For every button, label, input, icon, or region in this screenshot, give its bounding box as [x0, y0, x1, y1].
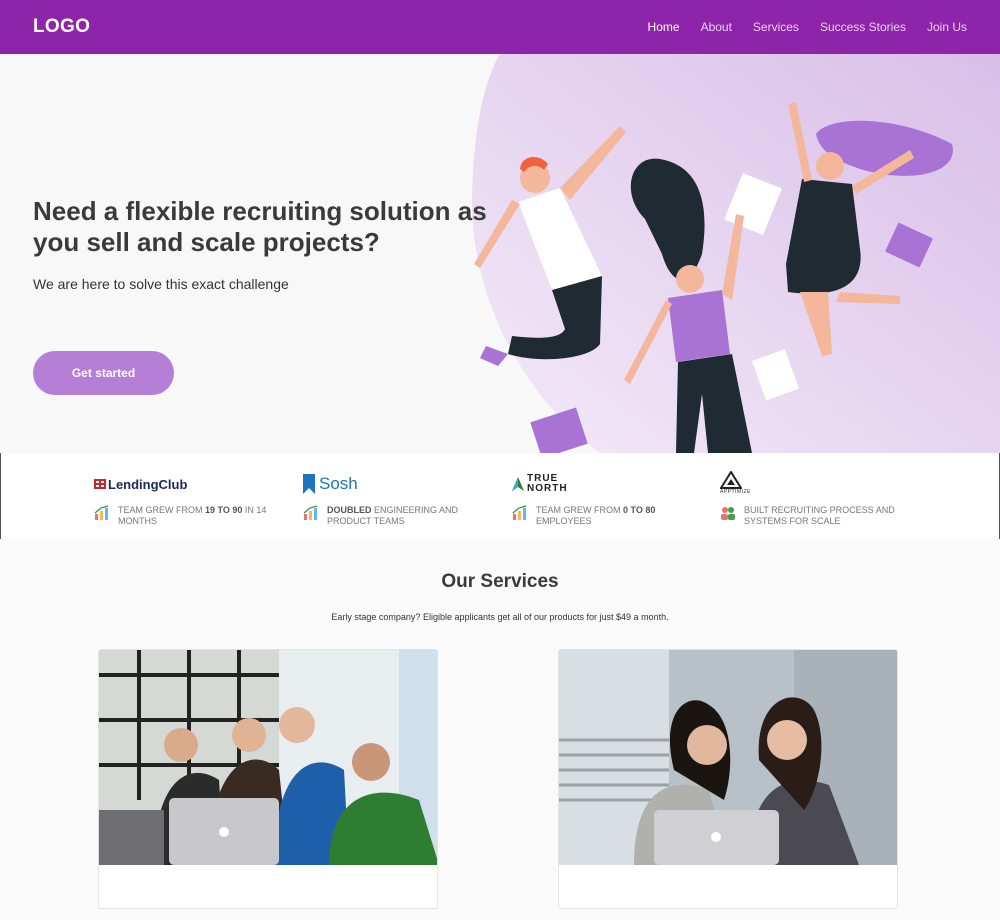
service-card[interactable] [558, 649, 898, 909]
two-women-laptop-photo [559, 650, 897, 865]
growth-chart-icon [303, 505, 318, 520]
company-name: Sosh [319, 474, 358, 493]
lendingclub-mark-icon [94, 479, 106, 489]
bookmark-icon [303, 474, 315, 494]
logo[interactable]: LOGO [33, 16, 90, 38]
nav-link-join-us[interactable]: Join Us [927, 20, 967, 34]
hero-subtitle: We are here to solve this exact challeng… [33, 276, 289, 292]
nav-link-home[interactable]: Home [648, 20, 680, 34]
team-laptop-photo [99, 650, 437, 865]
nav-link-services[interactable]: Services [753, 20, 799, 34]
stat-text: BUILT RECRUITING PROCESS AND SYSTEMS FOR… [744, 505, 895, 526]
nav-link-success-stories[interactable]: Success Stories [820, 20, 906, 34]
proof-item: LendingClub TEAM GREW FROM 19 TO 90 IN 1… [94, 471, 294, 527]
stat-text: DOUBLED ENGINEERING AND PRODUCT TEAMS [327, 505, 459, 526]
jumping-people-illustration [474, 102, 953, 453]
card-text-cut-off [113, 888, 116, 902]
arrow-mark-icon [512, 477, 524, 491]
growth-chart-icon [94, 505, 109, 520]
proof-stat: TEAM GREW FROM 0 TO 80 EMPLOYEES [512, 505, 712, 527]
get-started-button[interactable]: Get started [33, 351, 174, 395]
service-card[interactable] [98, 649, 438, 909]
services-subtitle: Early stage company? Eligible applicants… [331, 612, 669, 622]
proof-item: Sosh DOUBLED ENGINEERING AND PRODUCT TEA… [303, 471, 503, 527]
company-name: LendingClub [108, 476, 188, 492]
hero-section: Need a flexible recruiting solution as y… [0, 54, 1000, 453]
true-north-logo: TRUE NORTH [512, 471, 712, 497]
company-name: APPTIMIZE [720, 489, 751, 495]
proof-stat: TEAM GREW FROM 19 TO 90 IN 14 MONTHS [94, 505, 294, 527]
triangle-logo-icon [720, 471, 742, 489]
lendingclub-logo: LendingClub [94, 471, 294, 497]
social-proof-strip: LendingClub TEAM GREW FROM 19 TO 90 IN 1… [0, 453, 1000, 539]
stat-text: TEAM GREW FROM 19 TO 90 IN 14 MONTHS [118, 505, 267, 526]
services-title: Our Services [441, 571, 559, 592]
growth-chart-icon [512, 505, 527, 520]
team-people-icon [721, 507, 735, 520]
apptimize-logo: APPTIMIZE [720, 471, 920, 497]
stat-text: TEAM GREW FROM 0 TO 80 EMPLOYEES [536, 505, 656, 526]
nav-links: Home About Services Success Stories Join… [648, 20, 967, 34]
proof-item: APPTIMIZE BUILT RECRUITING PROCESS AND S… [720, 471, 920, 527]
proof-item: TRUE NORTH TEAM GREW FROM 0 TO 80 EMPLOY… [512, 471, 712, 527]
company-name: TRUE NORTH [527, 473, 568, 494]
sosh-logo: Sosh [303, 471, 503, 497]
proof-stat: BUILT RECRUITING PROCESS AND SYSTEMS FOR… [720, 505, 920, 527]
card-text-cut-off [573, 888, 576, 902]
hero-title: Need a flexible recruiting solution as y… [33, 196, 487, 257]
proof-stat: DOUBLED ENGINEERING AND PRODUCT TEAMS [303, 505, 503, 527]
nav-link-about[interactable]: About [701, 20, 732, 34]
top-navbar: LOGO Home About Services Success Stories… [0, 0, 1000, 54]
